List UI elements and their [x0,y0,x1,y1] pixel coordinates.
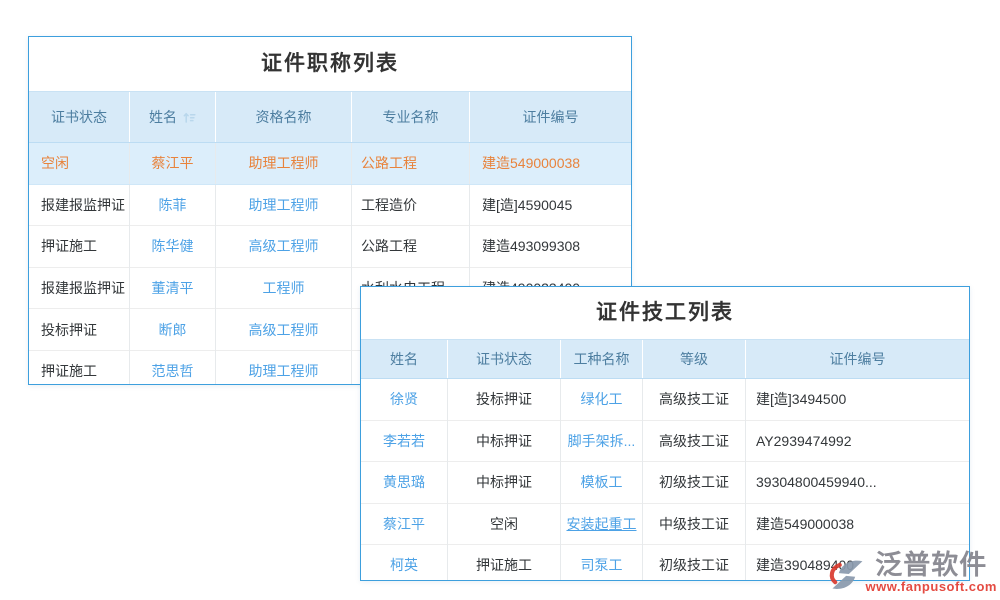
table-row[interactable]: 空闲蔡江平助理工程师公路工程建造549000038 [29,143,631,185]
cell-col-status: 押证施工 [448,545,561,582]
cell-col-status: 中标押证 [448,462,561,504]
column-header-label: 证书状态 [51,109,107,125]
cell-col-level: 初级技工证 [643,545,746,582]
cell-col-level: 高级技工证 [643,379,746,421]
cell-col-level: 中级技工证 [643,503,746,545]
column-header-col-cert-no[interactable]: 证件编号 [470,92,632,143]
cell-col-status: 投标押证 [448,379,561,421]
cell-col-name: 蔡江平 [130,143,216,185]
cell-col-name[interactable]: 陈菲 [130,184,216,226]
sort-icon[interactable] [183,111,196,124]
column-header-col-name[interactable]: 姓名 [361,340,448,379]
cell-col-name[interactable]: 徐贤 [361,379,448,421]
column-header-col-cert-no[interactable]: 证件编号 [746,340,970,379]
cell-col-worktype[interactable]: 司泵工 [561,545,643,582]
header-row: 姓名 证书状态 工种名称 等级 证件编号 [361,340,969,379]
cell-col-qualification[interactable]: 助理工程师 [216,350,352,385]
cell-col-name[interactable]: 断郎 [130,309,216,351]
column-header-label: 证书状态 [476,351,532,367]
cell-col-qualification[interactable]: 工程师 [216,267,352,309]
column-header-label: 姓名 [390,351,418,367]
cell-col-cert-no: 39304800459940... [746,462,970,504]
cell-col-major: 公路工程 [352,143,470,185]
table-row[interactable]: 徐贤投标押证绿化工高级技工证建[造]3494500 [361,379,969,421]
table-row[interactable]: 蔡江平空闲安装起重工中级技工证建造549000038 [361,503,969,545]
title-list-heading: 证件职称列表 [29,37,631,91]
column-header-label: 专业名称 [383,109,439,125]
cell-col-name[interactable]: 柯英 [361,545,448,582]
column-header-label: 资格名称 [256,109,312,125]
cell-col-worktype[interactable]: 绿化工 [561,379,643,421]
cell-col-status: 中标押证 [448,420,561,462]
cell-col-cert-no: 建造390489400 [746,545,970,582]
cell-col-worktype[interactable]: 脚手架拆... [561,420,643,462]
cell-col-cert-no: 建[造]3494500 [746,379,970,421]
cell-col-worktype[interactable]: 安装起重工 [561,503,643,545]
cell-col-name[interactable]: 董清平 [130,267,216,309]
cell-col-major: 公路工程 [352,226,470,268]
cell-col-status: 空闲 [448,503,561,545]
cell-col-status: 投标押证 [29,309,130,351]
cell-col-status: 押证施工 [29,226,130,268]
cell-col-name[interactable]: 陈华健 [130,226,216,268]
column-header-label: 证件编号 [523,109,579,125]
column-header-col-major[interactable]: 专业名称 [352,92,470,143]
cell-col-cert-no: 建造493099308 [470,226,632,268]
cell-col-qualification[interactable]: 助理工程师 [216,184,352,226]
cell-col-status: 押证施工 [29,350,130,385]
tech-list-heading: 证件技工列表 [361,287,969,339]
tech-list-table: 姓名 证书状态 工种名称 等级 证件编号徐贤投标押证绿化工高级技工证建[造]349450… [361,339,969,581]
cell-col-level: 初级技工证 [643,462,746,504]
cell-col-status: 空闲 [29,143,130,185]
table-row[interactable]: 李若若中标押证脚手架拆...高级技工证AY2939474992 [361,420,969,462]
column-header-label: 工种名称 [574,351,630,367]
column-header-label: 证件编号 [830,351,886,367]
cell-col-cert-no: 建造549000038 [746,503,970,545]
column-header-col-worktype[interactable]: 工种名称 [561,340,643,379]
table-row[interactable]: 柯英押证施工司泵工初级技工证建造390489400 [361,545,969,582]
cell-col-status: 报建报监押证 [29,267,130,309]
column-header-col-status[interactable]: 证书状态 [29,92,130,143]
table-row[interactable]: 黄思璐中标押证模板工初级技工证39304800459940... [361,462,969,504]
page: 证件职称列表 证书状态姓名资格名称专业名称证件编号空闲蔡江平助理工程师公路工程建… [0,0,1000,600]
column-header-col-name[interactable]: 姓名 [130,92,216,143]
table-row[interactable]: 押证施工陈华健高级工程师公路工程建造493099308 [29,226,631,268]
cell-col-qualification: 助理工程师 [216,143,352,185]
cell-col-name[interactable]: 范思哲 [130,350,216,385]
cell-col-cert-no: AY2939474992 [746,420,970,462]
column-header-label: 姓名 [149,109,177,125]
table-row[interactable]: 报建报监押证陈菲助理工程师工程造价建[造]4590045 [29,184,631,226]
cell-col-name[interactable]: 李若若 [361,420,448,462]
cell-col-status: 报建报监押证 [29,184,130,226]
cell-col-level: 高级技工证 [643,420,746,462]
cell-col-qualification[interactable]: 高级工程师 [216,226,352,268]
cell-col-cert-no: 建造549000038 [470,143,632,185]
cell-col-name[interactable]: 黄思璐 [361,462,448,504]
cell-col-cert-no: 建[造]4590045 [470,184,632,226]
card-tech-list: 证件技工列表 姓名 证书状态 工种名称 等级 证件编号徐贤投标押证绿化工高级技工证建[造… [360,286,970,581]
column-header-label: 等级 [680,351,708,367]
cell-col-worktype[interactable]: 模板工 [561,462,643,504]
watermark-url: www.fanpusoft.com [865,580,997,594]
cell-col-major: 工程造价 [352,184,470,226]
column-header-col-status[interactable]: 证书状态 [448,340,561,379]
column-header-col-qualification[interactable]: 资格名称 [216,92,352,143]
cell-col-qualification[interactable]: 高级工程师 [216,309,352,351]
header-row: 证书状态 姓名 资格名称 专业名称 证件编号 [29,92,631,143]
cell-col-name[interactable]: 蔡江平 [361,503,448,545]
column-header-col-level[interactable]: 等级 [643,340,746,379]
